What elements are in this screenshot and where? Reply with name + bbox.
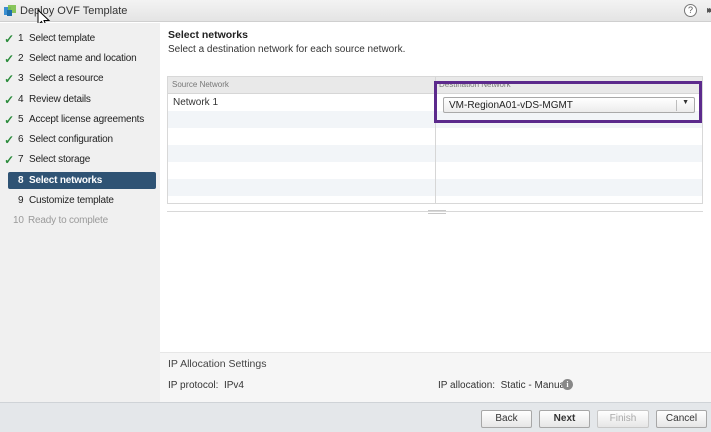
window-title: Deploy OVF Template	[20, 4, 128, 17]
step-number: 8	[18, 175, 24, 186]
step-number: 4	[18, 94, 24, 105]
check-icon: ✓	[4, 71, 14, 86]
ip-protocol: IP protocol: IPv4	[168, 380, 244, 391]
network-mapping-table: Source Network Destination Network Netwo…	[167, 76, 703, 204]
source-network-cell: Network 1	[173, 97, 219, 108]
check-icon: ✓	[4, 132, 14, 147]
dropdown-separator	[676, 100, 677, 111]
check-icon: ✓	[4, 31, 14, 46]
step-label: Select networks	[29, 175, 103, 186]
finish-button: Finish	[597, 410, 649, 428]
check-icon: ✓	[4, 51, 14, 66]
step-customize-template: 9 Customize template	[0, 192, 160, 209]
step-select-template[interactable]: ✓ 1 Select template	[0, 30, 160, 47]
chevron-down-icon[interactable]: ▼	[682, 99, 689, 106]
column-divider	[435, 77, 436, 203]
back-button[interactable]: Back	[481, 410, 532, 428]
ip-allocation-panel: IP Allocation Settings IP protocol: IPv4…	[160, 352, 711, 402]
cancel-button[interactable]: Cancel	[656, 410, 707, 428]
check-icon: ✓	[4, 92, 14, 107]
step-number: 7	[18, 154, 24, 165]
step-number: 1	[18, 33, 24, 44]
wizard-steps-sidebar: ✓ 1 Select template ✓ 2 Select name and …	[0, 23, 160, 402]
step-select-storage[interactable]: ✓ 7 Select storage	[0, 151, 160, 168]
vsphere-icon	[4, 4, 16, 17]
step-number: 6	[18, 134, 24, 145]
ip-allocation-value: Static - Manual	[500, 380, 568, 391]
step-label: Select a resource	[29, 73, 104, 84]
step-label: Ready to complete	[28, 215, 108, 226]
page-subtitle: Select a destination network for each so…	[168, 44, 406, 55]
step-review-details[interactable]: ✓ 4 Review details	[0, 91, 160, 108]
step-number: 2	[18, 53, 24, 64]
resize-grip-icon[interactable]	[428, 210, 446, 214]
step-label: Select template	[29, 33, 95, 44]
step-number: 10	[13, 215, 24, 226]
column-header-source[interactable]: Source Network	[172, 80, 229, 89]
ip-allocation: IP allocation: Static - Manual	[438, 380, 567, 391]
step-ready-to-complete: 10 Ready to complete	[0, 212, 160, 229]
step-select-networks[interactable]: 8 Select networks	[8, 172, 156, 189]
page-title: Select networks	[168, 29, 248, 41]
ip-protocol-label: IP protocol:	[168, 380, 219, 391]
ip-protocol-value: IPv4	[223, 380, 244, 391]
step-select-resource[interactable]: ✓ 3 Select a resource	[0, 70, 160, 87]
check-icon: ✓	[4, 152, 14, 167]
step-select-configuration[interactable]: ✓ 6 Select configuration	[0, 131, 160, 148]
step-label: Select configuration	[29, 134, 113, 145]
step-label: Review details	[29, 94, 91, 105]
info-icon[interactable]: i	[562, 379, 573, 390]
expand-icon[interactable]: ▸▸	[707, 5, 711, 16]
title-bar: Deploy OVF Template ? ▸▸	[0, 0, 711, 22]
wizard-footer: Back Next Finish Cancel	[0, 402, 711, 432]
next-button[interactable]: Next	[539, 410, 590, 428]
column-header-destination[interactable]: Destination Network	[439, 80, 511, 89]
ip-settings-title: IP Allocation Settings	[168, 358, 267, 370]
dropdown-selected-value: VM-RegionA01-vDS-MGMT	[449, 100, 573, 111]
step-label: Accept license agreements	[29, 114, 145, 125]
step-accept-license[interactable]: ✓ 5 Accept license agreements	[0, 111, 160, 128]
step-number: 9	[18, 195, 24, 206]
step-select-name-location[interactable]: ✓ 2 Select name and location	[0, 50, 160, 67]
step-number: 3	[18, 73, 24, 84]
check-icon: ✓	[4, 112, 14, 127]
step-label: Select storage	[29, 154, 91, 165]
step-label: Select name and location	[29, 53, 137, 64]
main-content: Select networks Select a destination net…	[160, 23, 711, 402]
destination-network-dropdown[interactable]: VM-RegionA01-vDS-MGMT ▼	[443, 97, 695, 113]
step-label: Customize template	[29, 195, 114, 206]
help-icon[interactable]: ?	[684, 4, 697, 17]
step-number: 5	[18, 114, 24, 125]
ip-allocation-label: IP allocation:	[438, 380, 496, 391]
